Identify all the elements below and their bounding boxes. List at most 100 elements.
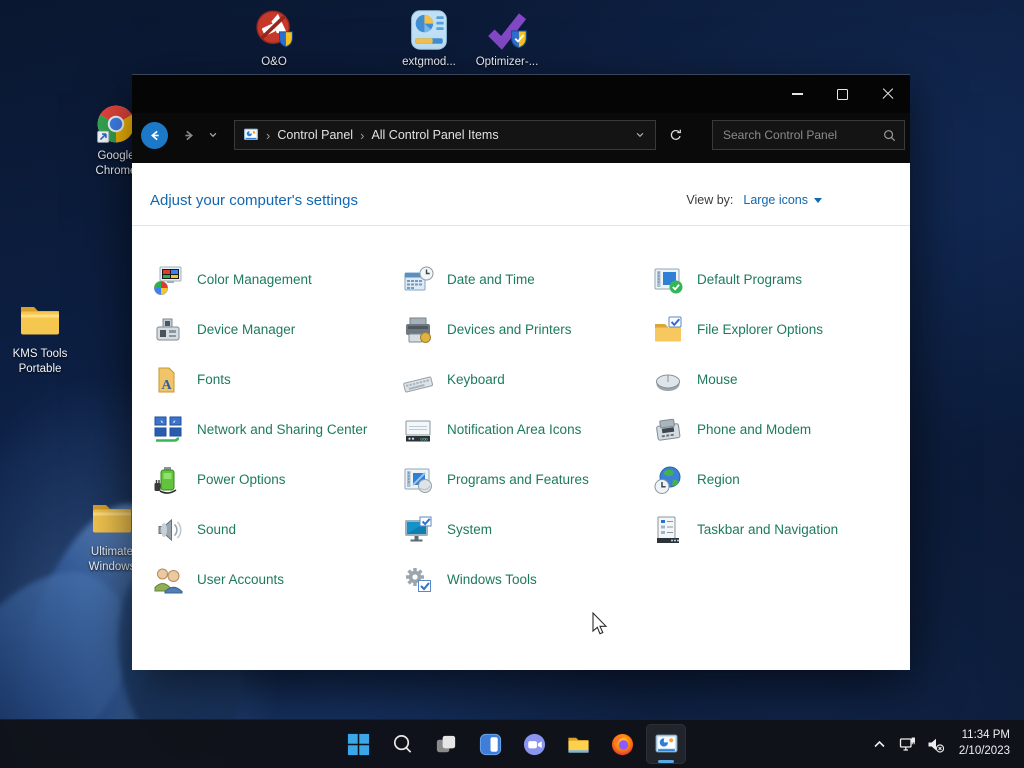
taskbar-chat-button[interactable] (514, 724, 554, 764)
breadcrumb-separator: › (360, 127, 365, 143)
cp-item-label: Windows Tools (447, 572, 537, 588)
cp-item-region[interactable]: Region (652, 455, 902, 505)
default-programs-icon (652, 264, 684, 296)
system-icon (402, 514, 434, 546)
cp-item-color-management[interactable]: Color Management (152, 255, 402, 305)
cp-item-system[interactable]: System (402, 505, 652, 555)
clock[interactable]: 11:34 PM 2/10/2023 (955, 726, 1018, 761)
cp-item-keyboard[interactable]: Keyboard (402, 355, 652, 405)
cp-item-devices-and-printers[interactable]: Devices and Printers (402, 305, 652, 355)
control-panel-items-grid: Color Management Date and Time Default Pro… (152, 255, 902, 605)
cp-item-notification-area-icons[interactable]: 0:00 Notification Area Icons (402, 405, 652, 455)
search-input[interactable] (721, 127, 883, 143)
taskbar-control-panel-button[interactable] (646, 724, 686, 764)
widgets-icon (478, 732, 503, 757)
tray-volume-muted-button[interactable] (923, 728, 949, 760)
desktop-icon-kms[interactable]: KMS Tools Portable (0, 296, 80, 377)
desktop-icon-extgmod[interactable]: extgmod... (384, 8, 474, 70)
back-button[interactable] (141, 121, 168, 149)
refresh-icon (669, 128, 683, 142)
cp-item-label: User Accounts (197, 572, 285, 588)
oo-shutup-icon (252, 8, 296, 52)
control-panel-content: Adjust your computer's settings View by:… (132, 163, 910, 670)
desktop-icon-label: Google Chrome (95, 150, 137, 177)
breadcrumb-separator: › (266, 127, 271, 143)
chevron-up-icon (871, 736, 888, 753)
volume-muted-icon (927, 736, 945, 753)
forward-button[interactable] (176, 122, 202, 148)
recent-pages-button[interactable] (204, 122, 222, 148)
cp-item-label: Color Management (197, 272, 312, 288)
optimizer-icon (485, 8, 529, 52)
phone-modem-icon (652, 414, 684, 446)
desktop-icon-oo[interactable]: O&O (229, 8, 319, 70)
close-button[interactable] (865, 75, 910, 113)
taskbar-widgets-button[interactable] (470, 724, 510, 764)
network-tray-icon (899, 736, 916, 753)
maximize-button[interactable] (820, 75, 865, 113)
sound-icon (152, 514, 184, 546)
address-dropdown-button[interactable] (629, 122, 651, 148)
desktop-icon-label: Ultimate Windows (88, 546, 136, 573)
cp-item-date-and-time[interactable]: Date and Time (402, 255, 652, 305)
tray-hidden-icons-button[interactable] (867, 728, 893, 760)
extgmod-app-icon (407, 8, 451, 52)
desktop: O&O extgmod... Optimizer-... Google Chrome KM… (0, 0, 1024, 768)
taskbar-navigation-icon (652, 514, 684, 546)
desktop-icon-optimizer[interactable]: Optimizer-... (462, 8, 552, 70)
taskbar-search-icon (390, 732, 415, 757)
file-explorer-icon (566, 732, 591, 757)
minimize-button[interactable] (775, 75, 820, 113)
view-by-label: View by: (686, 193, 734, 207)
cp-item-file-explorer-options[interactable]: File Explorer Options (652, 305, 902, 355)
firefox-icon (610, 732, 635, 757)
cp-item-label: Programs and Features (447, 472, 589, 488)
fonts-icon: A (152, 364, 184, 396)
cp-item-mouse[interactable]: Mouse (652, 355, 902, 405)
taskbar-firefox-button[interactable] (602, 724, 642, 764)
cp-item-taskbar-and-navigation[interactable]: Taskbar and Navigation (652, 505, 902, 555)
cp-item-phone-and-modem[interactable]: Phone and Modem (652, 405, 902, 455)
tray-network-button[interactable] (895, 728, 921, 760)
cp-item-label: File Explorer Options (697, 322, 824, 338)
mouse-icon (652, 364, 684, 396)
cp-item-label: Keyboard (447, 372, 505, 388)
desktop-icon-label: O&O (261, 56, 287, 68)
cp-item-label: Power Options (197, 472, 286, 488)
programs-features-icon (402, 464, 434, 496)
cp-item-label: Devices and Printers (447, 322, 572, 338)
taskbar-task-view-button[interactable] (426, 724, 466, 764)
cp-item-label: Default Programs (697, 272, 803, 288)
taskbar-start-button[interactable] (338, 724, 378, 764)
refresh-button[interactable] (662, 121, 690, 149)
cp-item-user-accounts[interactable]: User Accounts (152, 555, 402, 605)
taskbar-file-explorer-button[interactable] (558, 724, 598, 764)
cp-item-label: Mouse (697, 372, 738, 388)
cp-item-sound[interactable]: Sound (152, 505, 402, 555)
cp-item-label: Notification Area Icons (447, 422, 582, 438)
cp-item-power-options[interactable]: Power Options (152, 455, 402, 505)
header-divider (132, 225, 910, 226)
cp-item-device-manager[interactable]: Device Manager (152, 305, 402, 355)
breadcrumb-control-panel[interactable]: Control Panel (277, 128, 353, 142)
back-arrow-icon (147, 128, 162, 143)
cp-item-windows-tools[interactable]: Windows Tools (402, 555, 652, 605)
title-bar (132, 75, 910, 113)
address-bar[interactable]: › Control Panel › All Control Panel Item… (234, 120, 656, 150)
view-by-dropdown[interactable]: Large icons (743, 193, 822, 207)
breadcrumb-all-items[interactable]: All Control Panel Items (371, 128, 498, 142)
cp-item-programs-and-features[interactable]: Programs and Features (402, 455, 652, 505)
cp-item-fonts[interactable]: A Fonts (152, 355, 402, 405)
task-view-icon (434, 732, 459, 757)
chat-icon (522, 732, 547, 757)
cp-item-label: Taskbar and Navigation (697, 522, 839, 538)
taskbar-search-button[interactable] (382, 724, 422, 764)
network-sharing-icon (152, 414, 184, 446)
navigation-bar: › Control Panel › All Control Panel Item… (132, 113, 910, 163)
taskbar: 11:34 PM 2/10/2023 (0, 719, 1024, 768)
chevron-down-icon (814, 197, 822, 203)
cp-item-label: Date and Time (447, 272, 535, 288)
desktop-icon-label: extgmod... (402, 56, 456, 68)
cp-item-network-and-sharing-center[interactable]: Network and Sharing Center (152, 405, 402, 455)
cp-item-default-programs[interactable]: Default Programs (652, 255, 902, 305)
